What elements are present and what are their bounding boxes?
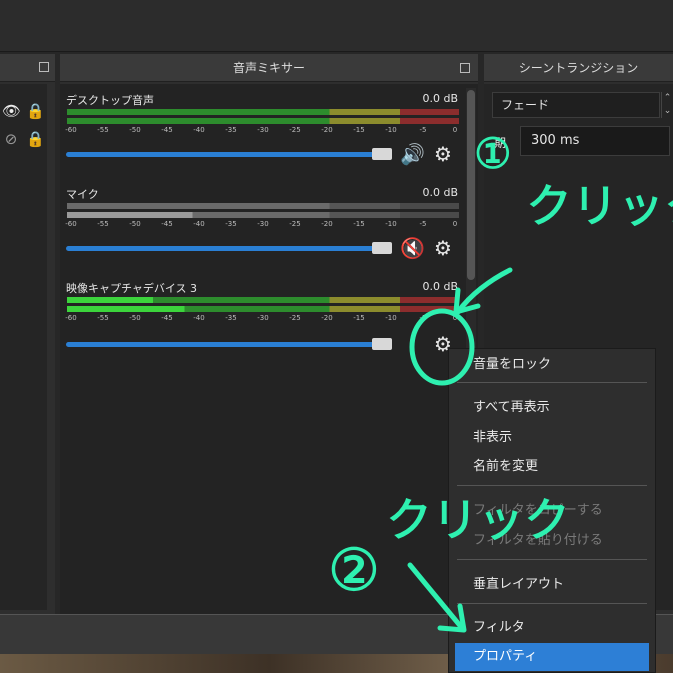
meter-tick-label: -30 [257, 220, 269, 228]
volume-slider-handle[interactable] [372, 148, 392, 160]
volume-slider[interactable] [66, 342, 390, 347]
lock-icon[interactable]: 🔒 [26, 130, 45, 148]
volume-slider-handle[interactable] [372, 242, 392, 254]
meter-tick-label: -50 [129, 126, 141, 134]
meter-bar [67, 306, 459, 312]
gear-icon[interactable]: ⚙ [434, 237, 452, 259]
channel-db: 0.0 dB [422, 280, 458, 293]
meter-tick-label: -10 [385, 220, 397, 228]
meter-scale: -60 -55 -50 -45 -40 -35 -30 -25 -20 -15 -10 -5 0 [65, 220, 459, 230]
meter-tick-label: -30 [257, 314, 269, 322]
channel-name: デスクトップ音声 [66, 94, 154, 107]
meter-bar [67, 118, 459, 124]
meter-tick-label: -5 [419, 314, 427, 322]
gear-icon[interactable]: ⚙ [434, 143, 452, 165]
volume-slider[interactable] [66, 152, 390, 157]
menu-item-properties[interactable]: プロパティ [455, 643, 649, 671]
meter-tick-label: -55 [97, 314, 109, 322]
meter-tick-label: -25 [289, 126, 301, 134]
meter-tick-label: 0 [452, 126, 458, 134]
menu-item-unhide-all[interactable]: すべて再表示 [449, 394, 655, 422]
transition-select[interactable]: フェード [492, 92, 660, 118]
context-menu: 音量をロック すべて再表示 非表示 名前を変更 フィルタをコピーする フィルタを… [448, 348, 656, 673]
meter-scale: -60 -55 -50 -45 -40 -35 -30 -25 -20 -15 -10 -5 0 [65, 126, 459, 136]
meter-tick-label: -10 [385, 314, 397, 322]
meter-tick-label: -20 [321, 220, 333, 228]
meter-tick-label: -35 [225, 314, 237, 322]
meter-tick-label: -15 [353, 220, 365, 228]
menu-separator [457, 485, 647, 486]
meter-tick-label: -40 [193, 314, 205, 322]
speaker-muted-icon[interactable]: 🔇 [400, 237, 425, 259]
menu-item-copy-filters: フィルタをコピーする [473, 503, 603, 518]
volume-meter [67, 297, 459, 313]
meter-tick-label: -20 [321, 314, 333, 322]
meter-tick-label: -5 [419, 126, 427, 134]
meter-tick-label: -60 [65, 314, 77, 322]
meter-tick-label: -45 [161, 126, 173, 134]
meter-tick-label: -10 [385, 126, 397, 134]
speaker-icon[interactable]: 🔊 [400, 143, 425, 165]
duration-label: 期 [494, 136, 507, 150]
menu-item-rename[interactable]: 名前を変更 [449, 453, 655, 481]
float-icon[interactable] [39, 62, 49, 72]
meter-bar [67, 203, 459, 209]
chevron-down-icon[interactable]: ⌃ ⌄ [661, 92, 673, 118]
menu-item-hide[interactable]: 非表示 [449, 424, 655, 452]
audio-mixer-title: 音声ミキサー [60, 54, 478, 82]
volume-slider[interactable] [66, 246, 390, 251]
meter-tick-label: -50 [129, 220, 141, 228]
meter-tick-label: 0 [452, 220, 458, 228]
mixer-scroll-thumb[interactable] [467, 90, 475, 280]
channel-db: 0.0 dB [422, 92, 458, 105]
meter-tick-label: -50 [129, 314, 141, 322]
meter-tick-label: -45 [161, 220, 173, 228]
meter-tick-label: -15 [353, 126, 365, 134]
meter-tick-label: 0 [452, 314, 458, 322]
sources-list: 👁 🔒 ⊘ 🔒 [0, 84, 47, 610]
meter-tick-label: -55 [97, 220, 109, 228]
menu-item-vertical-layout[interactable]: 垂直レイアウト [449, 571, 655, 599]
audio-mixer-dock: 音声ミキサー デスクトップ音声 0.0 dB -60 -55 -50 -45 -40 -3… [60, 54, 478, 614]
menu-item-filters[interactable]: フィルタ [449, 614, 655, 642]
menu-separator [457, 382, 647, 383]
meter-bar [67, 212, 459, 218]
meter-tick-label: -35 [225, 126, 237, 134]
meter-tick-label: -40 [193, 126, 205, 134]
meter-tick-label: -20 [321, 126, 333, 134]
sources-dock: 👁 🔒 ⊘ 🔒 [0, 54, 55, 614]
meter-tick-label: -30 [257, 126, 269, 134]
volume-meter [67, 109, 459, 125]
volume-meter [67, 203, 459, 219]
meter-bar [67, 297, 459, 303]
meter-tick-label: -55 [97, 126, 109, 134]
channel-db: 0.0 dB [422, 186, 458, 199]
meter-tick-label: -45 [161, 314, 173, 322]
menu-separator [457, 559, 647, 560]
channel-name: 映像キャプチャデバイス 3 [66, 282, 198, 295]
volume-slider-handle[interactable] [372, 338, 392, 350]
menu-item-paste-filters: フィルタを貼り付ける [473, 533, 603, 548]
meter-tick-label: -15 [353, 314, 365, 322]
menu-separator [457, 603, 647, 604]
channel-name: マイク [66, 188, 99, 201]
top-toolbar [0, 0, 673, 52]
meter-scale: -60 -55 -50 -45 -40 -35 -30 -25 -20 -15 -10 -5 0 [65, 314, 459, 324]
meter-tick-label: -25 [289, 220, 301, 228]
meter-tick-label: -60 [65, 126, 77, 134]
meter-tick-label: -60 [65, 220, 77, 228]
duration-input[interactable]: 300 ms [520, 126, 670, 156]
meter-bar [67, 109, 459, 115]
meter-tick-label: -40 [193, 220, 205, 228]
menu-item-lock-volume[interactable]: 音量をロック [449, 351, 655, 379]
lock-icon[interactable]: 🔒 [26, 102, 45, 120]
meter-tick-label: -35 [225, 220, 237, 228]
scene-transitions-title: シーントランジション [484, 54, 673, 82]
meter-tick-label: -25 [289, 314, 301, 322]
eye-icon[interactable]: 👁 [2, 102, 21, 120]
meter-tick-label: -5 [419, 220, 427, 228]
eye-hidden-icon[interactable]: ⊘ [2, 130, 20, 148]
float-icon[interactable] [460, 63, 470, 73]
